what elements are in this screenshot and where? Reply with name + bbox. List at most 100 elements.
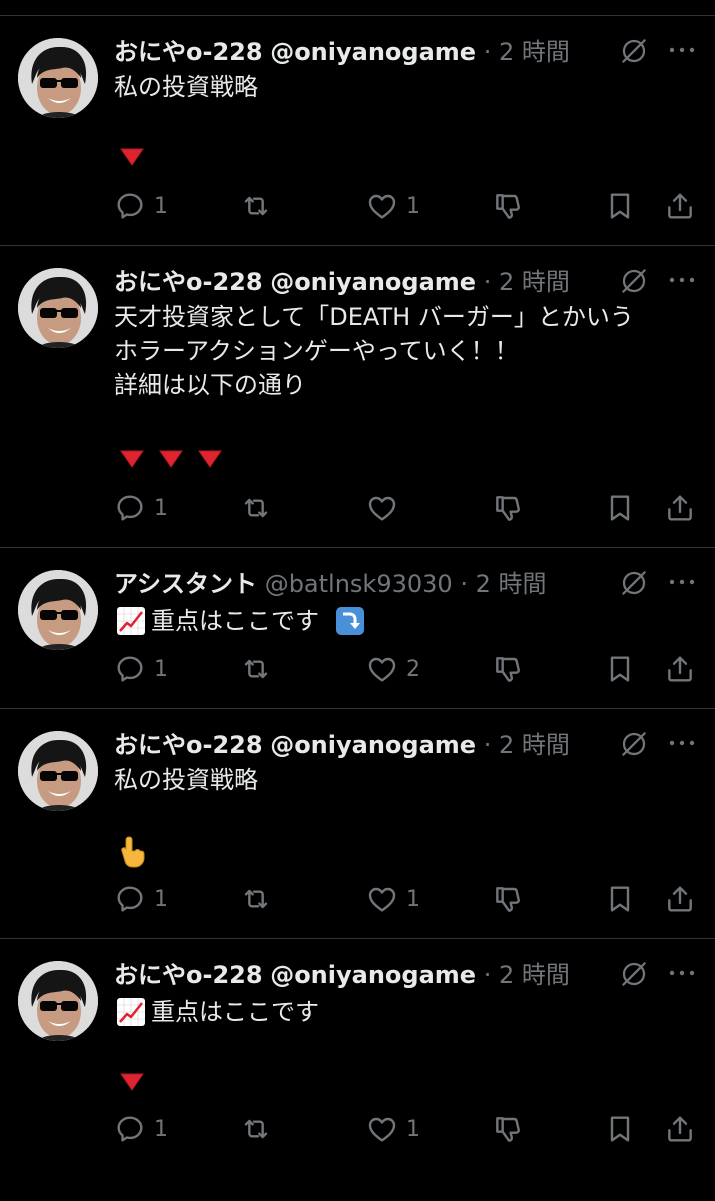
like-icon [366, 883, 398, 915]
like-button[interactable]: 1 [366, 881, 420, 917]
reply-button[interactable]: 1 [114, 651, 168, 687]
bookmark-button[interactable] [604, 490, 636, 526]
dislike-button[interactable] [492, 881, 524, 917]
like-button[interactable] [366, 490, 406, 526]
dislike-button[interactable] [492, 651, 524, 687]
bookmark-button[interactable] [604, 188, 636, 224]
grok-icon[interactable] [619, 266, 649, 296]
more-icon[interactable] [667, 270, 697, 290]
like-button[interactable]: 2 [366, 651, 420, 687]
share-button[interactable] [664, 188, 696, 224]
dislike-icon [492, 492, 524, 524]
bookmark-icon [604, 883, 636, 915]
avatar[interactable] [18, 268, 98, 348]
reply-count: 1 [154, 193, 168, 219]
retweet-button[interactable] [240, 188, 280, 224]
bookmark-icon [604, 653, 636, 685]
display-name[interactable]: おにやo-228 [114, 38, 263, 66]
retweet-icon [240, 883, 272, 915]
red-triangle-emoji [196, 444, 224, 472]
handle[interactable]: @batlnsk93030 [265, 570, 453, 598]
dislike-button[interactable] [492, 1111, 524, 1147]
retweet-button[interactable] [240, 651, 280, 687]
like-count: 2 [406, 656, 420, 682]
more-icon[interactable] [667, 40, 697, 60]
timestamp[interactable]: 2 時間 [476, 570, 547, 598]
reply-button[interactable]: 1 [114, 490, 168, 526]
separator-dot: · [483, 38, 492, 66]
tweet[interactable]: おにやo-228 @oniyanogame · 2 時間 私の投資戦略 1 1 [0, 708, 715, 939]
handle[interactable]: @oniyanogame [270, 961, 476, 989]
grok-icon[interactable] [619, 729, 649, 759]
tweet[interactable]: おにやo-228 @oniyanogame · 2 時間 天才投資家として「DE… [0, 245, 715, 548]
share-icon [664, 492, 696, 524]
reply-button[interactable]: 1 [114, 188, 168, 224]
handle[interactable]: @oniyanogame [270, 268, 476, 296]
display-name[interactable]: おにやo-228 [114, 731, 263, 759]
reply-icon [114, 883, 146, 915]
like-count: 1 [406, 193, 420, 219]
like-count: 1 [406, 886, 420, 912]
bookmark-icon [604, 190, 636, 222]
grok-icon[interactable] [619, 36, 649, 66]
share-icon [664, 883, 696, 915]
tweet[interactable]: おにやo-228 @oniyanogame · 2 時間 重点はここです 1 1 [0, 938, 715, 1201]
share-button[interactable] [664, 881, 696, 917]
pointing-down-emoji [118, 835, 148, 869]
bookmark-button[interactable] [604, 1111, 636, 1147]
bookmark-icon [604, 1113, 636, 1145]
timestamp[interactable]: 2 時間 [499, 731, 570, 759]
avatar[interactable] [18, 38, 98, 118]
reply-count: 1 [154, 886, 168, 912]
bookmark-button[interactable] [604, 881, 636, 917]
separator-dot: · [483, 961, 492, 989]
red-triangle-emoji [118, 1067, 146, 1095]
separator-dot: · [483, 731, 492, 759]
handle[interactable]: @oniyanogame [270, 731, 476, 759]
more-icon[interactable] [667, 733, 697, 753]
display-name[interactable]: アシスタント [114, 570, 257, 598]
reply-count: 1 [154, 656, 168, 682]
reply-button[interactable]: 1 [114, 881, 168, 917]
tweet[interactable]: おにやo-228 @oniyanogame · 2 時間 私の投資戦略 1 1 [0, 15, 715, 246]
chart-emoji [116, 606, 146, 636]
action-bar: 1 2 [114, 651, 715, 687]
like-button[interactable]: 1 [366, 188, 420, 224]
reply-button[interactable]: 1 [114, 1111, 168, 1147]
retweet-icon [240, 492, 272, 524]
share-button[interactable] [664, 1111, 696, 1147]
retweet-icon [240, 653, 272, 685]
grok-icon[interactable] [619, 959, 649, 989]
dislike-button[interactable] [492, 188, 524, 224]
grok-icon[interactable] [619, 568, 649, 598]
retweet-button[interactable] [240, 881, 280, 917]
timestamp[interactable]: 2 時間 [499, 268, 570, 296]
bookmark-button[interactable] [604, 651, 636, 687]
chart-emoji [116, 997, 146, 1027]
retweet-button[interactable] [240, 490, 280, 526]
tweet-text: 天才投資家として「DEATH バーガー」とかいう ホラーアクションゲーやっていく… [114, 303, 634, 399]
avatar[interactable] [18, 961, 98, 1041]
share-button[interactable] [664, 651, 696, 687]
dislike-button[interactable] [492, 490, 524, 526]
timestamp[interactable]: 2 時間 [499, 38, 570, 66]
display-name[interactable]: おにやo-228 [114, 268, 263, 296]
avatar[interactable] [18, 570, 98, 650]
tweet[interactable]: アシスタント @batlnsk93030 · 2 時間 重点はここです 1 2 [0, 547, 715, 709]
emoji-row [118, 444, 224, 472]
share-icon [664, 190, 696, 222]
share-icon [664, 1113, 696, 1145]
timestamp[interactable]: 2 時間 [499, 961, 570, 989]
share-button[interactable] [664, 490, 696, 526]
handle[interactable]: @oniyanogame [270, 38, 476, 66]
separator-dot: · [460, 570, 468, 598]
dislike-icon [492, 883, 524, 915]
avatar[interactable] [18, 731, 98, 811]
reply-icon [114, 653, 146, 685]
more-icon[interactable] [667, 572, 697, 592]
retweet-button[interactable] [240, 1111, 280, 1147]
dislike-icon [492, 190, 524, 222]
like-button[interactable]: 1 [366, 1111, 420, 1147]
more-icon[interactable] [667, 963, 697, 983]
display-name[interactable]: おにやo-228 [114, 961, 263, 989]
